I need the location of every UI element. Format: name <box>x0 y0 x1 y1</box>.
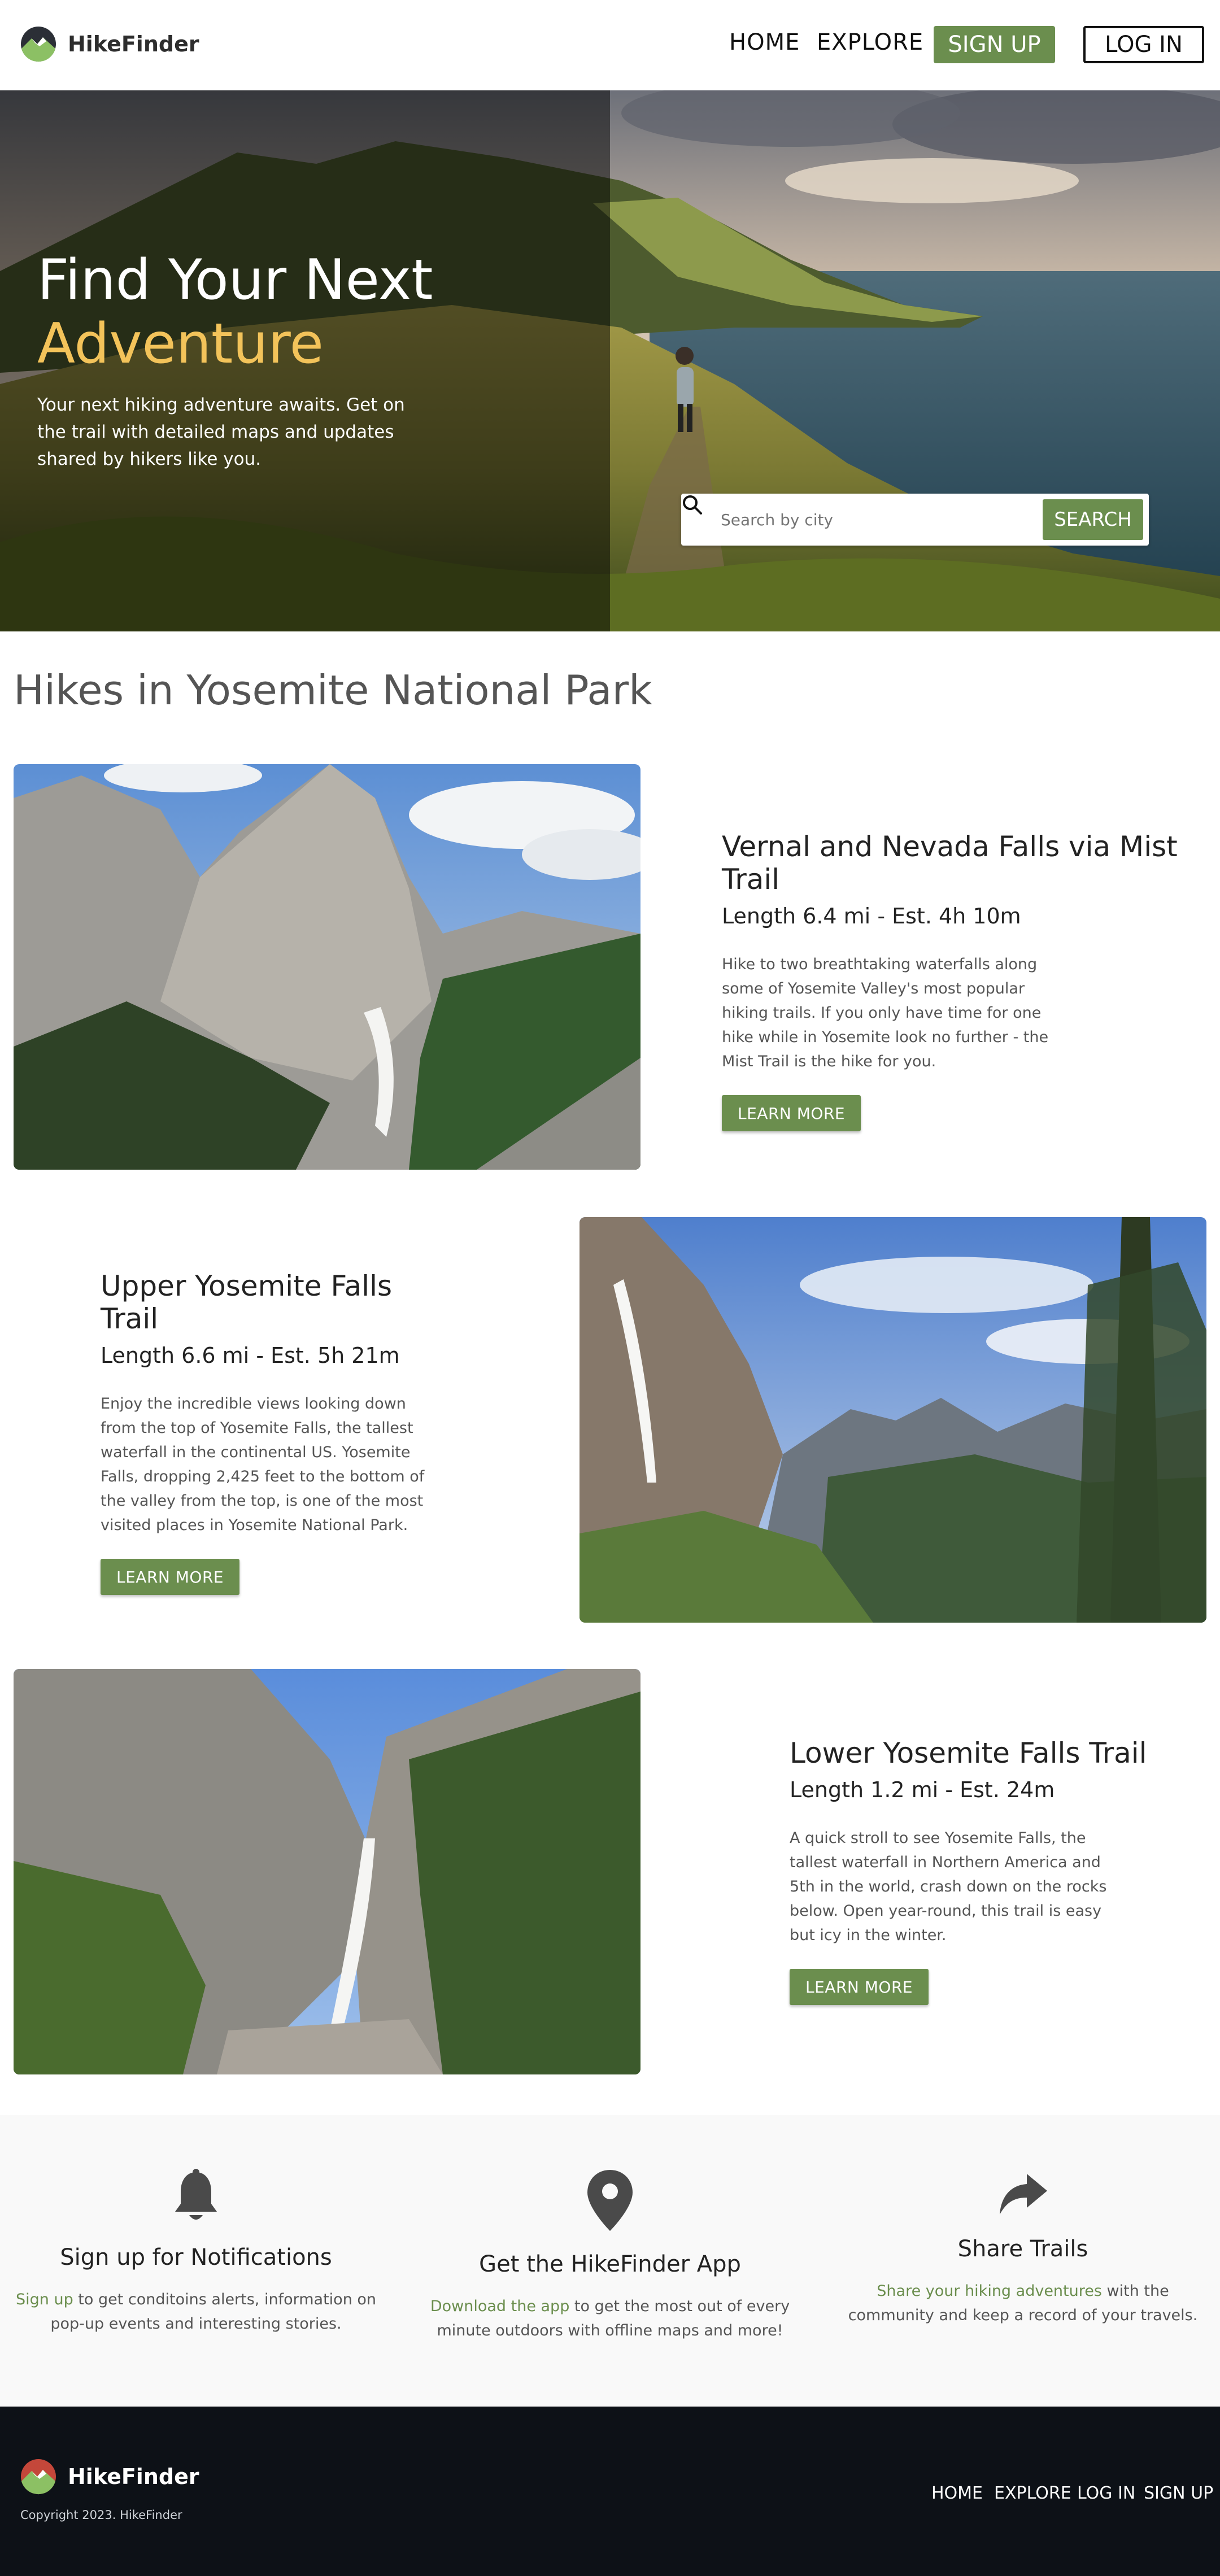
search-button[interactable]: SEARCH <box>1043 499 1143 540</box>
footer-signup-link[interactable]: SIGN UP <box>1144 2483 1213 2503</box>
hero-title: Find Your Next Adventure <box>37 249 433 376</box>
bell-icon <box>175 2169 217 2220</box>
feature-text: Download the app to get the most out of … <box>430 2298 790 2339</box>
hike-length: Length 6.6 mi - Est. 5h 21m <box>101 1343 400 1368</box>
signup-button[interactable]: SIGN UP <box>934 26 1055 63</box>
learn-more-button[interactable]: LEARN MORE <box>790 1969 929 2005</box>
mountain-logo-icon <box>21 2459 56 2495</box>
brand-name: HikeFinder <box>68 32 199 56</box>
mountain-logo-icon <box>21 27 56 62</box>
section-title: Hikes in Yosemite National Park <box>14 666 652 714</box>
feature-title: Get the HikeFinder App <box>479 2251 741 2277</box>
hero-title-accent: Adventure <box>37 311 324 376</box>
hike-description: Hike to two breathtaking waterfalls alon… <box>722 956 1049 1070</box>
feature-text: Sign up to get conditoins alerts, inform… <box>15 2291 377 2333</box>
hike-image-upper-yosemite[interactable] <box>580 1217 1206 1623</box>
learn-more-button[interactable]: LEARN MORE <box>722 1095 861 1131</box>
hero-title-line1: Find Your Next <box>37 248 433 312</box>
nav-home-link[interactable]: HOME <box>729 29 800 55</box>
hike-card-lower-yosemite: Lower Yosemite Falls Trail Length 1.2 mi… <box>790 1737 1185 2005</box>
hike-title: Vernal and Nevada Falls via Mist Trail <box>722 830 1178 896</box>
search-icon <box>683 495 702 515</box>
features-section: Sign up for Notifications Sign up to get… <box>0 2115 1220 2407</box>
hero-section: Find Your Next Adventure Your next hikin… <box>0 90 1220 631</box>
footer: HikeFinder Copyright 2023. HikeFinder HO… <box>0 2407 1220 2576</box>
feature-notifications: Sign up for Notifications Sign up to get… <box>10 2169 382 2336</box>
hike-length: Length 1.2 mi - Est. 24m <box>790 1777 1055 1802</box>
footer-explore-link[interactable]: EXPLORE <box>994 2483 1071 2503</box>
hero-subtitle: Your next hiking adventure awaits. Get o… <box>37 395 405 469</box>
hike-description: A quick stroll to see Yosemite Falls, th… <box>790 1829 1107 1944</box>
copyright-text: Copyright 2023. HikeFinder <box>20 2508 182 2522</box>
map-pin-icon <box>587 2170 633 2231</box>
hike-image-lower-yosemite[interactable] <box>14 1669 640 2074</box>
login-button[interactable]: LOG IN <box>1083 26 1204 63</box>
feature-app: Get the HikeFinder App Download the app … <box>424 2169 796 2343</box>
download-app-link[interactable]: Download the app <box>430 2298 570 2315</box>
footer-brand-logo[interactable]: HikeFinder <box>20 2459 199 2495</box>
top-navbar: HikeFinder HOME EXPLORE SIGN UP LOG IN <box>0 0 1220 90</box>
share-icon <box>1000 2174 1047 2215</box>
brand-logo[interactable]: HikeFinder <box>20 26 199 62</box>
footer-brand-name: HikeFinder <box>68 2464 199 2489</box>
hike-title: Upper Yosemite Falls Trail <box>101 1270 393 1335</box>
nav-explore-link[interactable]: EXPLORE <box>817 29 923 55</box>
share-adventures-link[interactable]: Share your hiking adventures <box>877 2282 1102 2300</box>
learn-more-button[interactable]: LEARN MORE <box>101 1559 240 1595</box>
search-bar: SEARCH <box>681 494 1149 546</box>
hike-title: Lower Yosemite Falls Trail <box>790 1737 1147 1769</box>
search-input[interactable] <box>721 503 1037 537</box>
feature-share: Share Trails Share your hiking adventure… <box>836 2172 1209 2327</box>
signup-link[interactable]: Sign up <box>16 2291 73 2308</box>
feature-title: Share Trails <box>957 2236 1088 2262</box>
hike-description: Enjoy the incredible views looking down … <box>101 1395 425 1534</box>
hike-length: Length 6.4 mi - Est. 4h 10m <box>722 904 1021 929</box>
feature-title: Sign up for Notifications <box>60 2244 332 2270</box>
hike-image-vernal-falls[interactable] <box>14 764 640 1170</box>
feature-text: Share your hiking adventures with the co… <box>848 2282 1198 2324</box>
footer-login-link[interactable]: LOG IN <box>1077 2483 1135 2503</box>
hike-card-vernal-falls: Vernal and Nevada Falls via Mist Trail L… <box>722 830 1208 1131</box>
hike-card-upper-yosemite: Upper Yosemite Falls Trail Length 6.6 mi… <box>101 1270 451 1595</box>
footer-home-link[interactable]: HOME <box>931 2483 983 2503</box>
